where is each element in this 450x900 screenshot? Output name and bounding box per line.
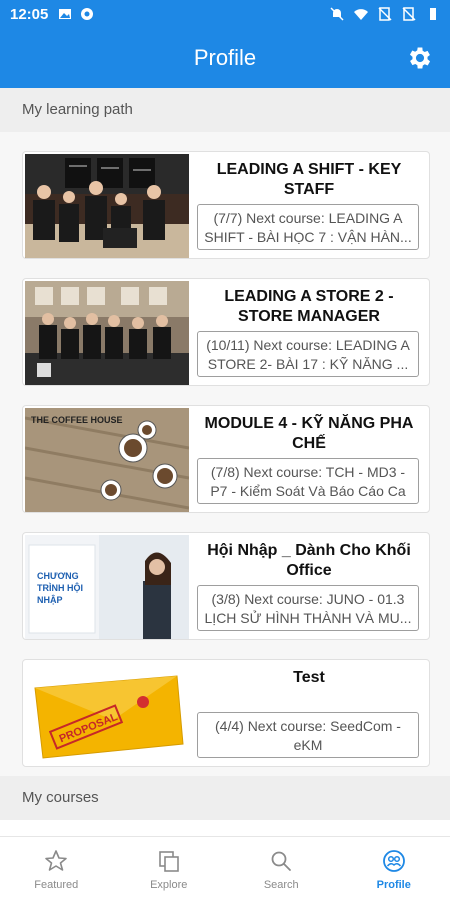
next-course-info: (7/7) Next course: LEADING A SHIFT - BÀI… xyxy=(197,204,419,250)
section-header-learning-path: My learning path xyxy=(0,88,450,132)
section-header-my-courses: My courses xyxy=(0,776,450,820)
signal-off-icon xyxy=(378,7,392,21)
learning-path-card[interactable]: THE COFFEE HOUSE MODULE 4 - KỸ NĂNG PHA … xyxy=(22,405,430,513)
course-title: LEADING A STORE 2 - STORE MANAGER xyxy=(224,288,394,325)
nav-profile[interactable]: Profile xyxy=(338,837,450,900)
star-icon xyxy=(45,850,68,871)
app-notification-icon xyxy=(81,8,94,20)
thumb-text-line-1: CHƯƠNG xyxy=(37,571,79,581)
profile-icon xyxy=(382,850,405,872)
image-notification-icon xyxy=(59,9,72,19)
learning-path-card[interactable]: CHƯƠNG TRÌNH HỘI NHẬP Hội Nhập _ Dành Ch… xyxy=(22,532,430,640)
bottom-nav: Featured Explore Search Profile xyxy=(0,836,450,900)
course-thumbnail: THE COFFEE HOUSE xyxy=(25,408,189,512)
learning-path-card[interactable]: LEADING A STORE 2 - STORE MANAGER (10/11… xyxy=(22,278,430,386)
nav-label: Search xyxy=(263,879,299,891)
page-title: Profile xyxy=(193,45,257,70)
thumb-text-line-2: TRÌNH HỘI xyxy=(37,582,83,593)
next-course-info: (7/8) Next course: TCH - MD3 - P7 - Kiểm… xyxy=(197,458,419,504)
status-bar: 12:05 xyxy=(0,0,450,28)
nav-search[interactable]: Search xyxy=(225,837,338,900)
search-icon xyxy=(271,851,292,871)
nav-label: Explore xyxy=(150,879,188,891)
thumb-brand-text: THE COFFEE HOUSE xyxy=(31,415,123,425)
course-title: MODULE 4 - KỸ NĂNG PHA CHẾ xyxy=(204,415,414,452)
sim-off-icon xyxy=(402,7,416,21)
battery-icon xyxy=(430,8,436,20)
app-bar: Profile xyxy=(0,28,450,88)
learning-path-card[interactable]: LEADING A SHIFT - KEY STAFF (7/7) Next c… xyxy=(22,151,430,259)
gear-icon[interactable] xyxy=(406,44,434,72)
status-time: 12:05 xyxy=(10,5,49,23)
nav-label: Profile xyxy=(376,879,411,891)
course-title: LEADING A SHIFT - KEY STAFF xyxy=(216,161,402,198)
nav-featured[interactable]: Featured xyxy=(0,837,113,900)
course-thumbnail: PROPOSAL xyxy=(25,662,189,766)
nav-explore[interactable]: Explore xyxy=(113,837,226,900)
next-course-info: (10/11) Next course: LEADING A STORE 2- … xyxy=(197,331,419,377)
copy-icon xyxy=(158,851,179,872)
course-thumbnail: CHƯƠNG TRÌNH HỘI NHẬP xyxy=(25,535,189,639)
learning-path-list: LEADING A SHIFT - KEY STAFF (7/7) Next c… xyxy=(0,132,450,776)
nav-label: Featured xyxy=(34,879,79,891)
next-course-info: (3/8) Next course: JUNO - 01.3 LỊCH SỬ H… xyxy=(197,585,419,631)
course-thumbnail xyxy=(25,281,189,385)
next-course-info: (4/4) Next course: SeedCom - eKM xyxy=(197,712,419,758)
course-title: Hội Nhập _ Dành Cho Khối Office xyxy=(207,542,411,579)
course-thumbnail xyxy=(25,154,189,258)
learning-path-card[interactable]: PROPOSAL Test (4/4) Next course: SeedCom… xyxy=(22,659,430,767)
thumb-text-line-3: NHẬP xyxy=(37,594,63,605)
course-title: Test xyxy=(293,669,325,686)
wifi-icon xyxy=(354,9,368,20)
bell-muted-icon xyxy=(330,7,344,21)
